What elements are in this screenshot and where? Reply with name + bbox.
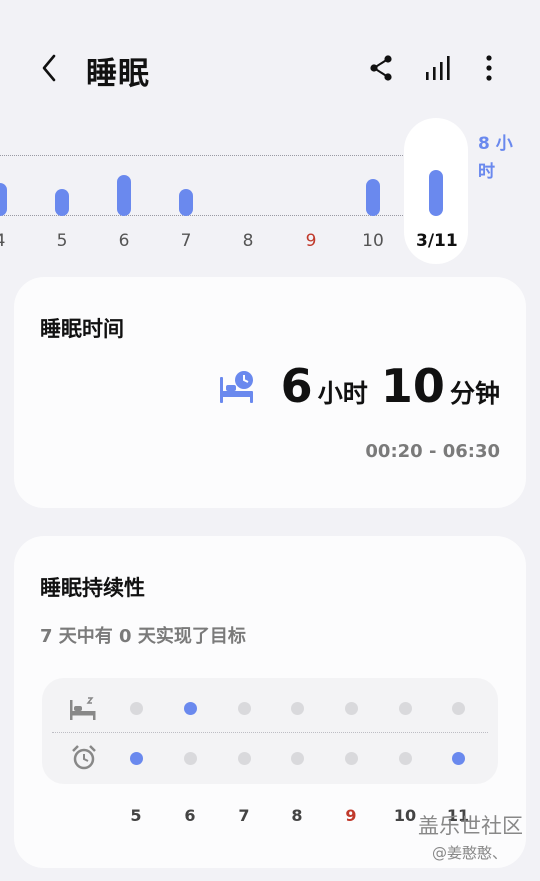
day-label-5[interactable]: 5 — [42, 231, 82, 251]
watermark-author: @姜憨憨、 — [432, 844, 508, 862]
hours-value: 6 — [280, 359, 313, 413]
page-title: 睡眠 — [86, 56, 150, 92]
sleep-bar-day-10[interactable] — [366, 179, 380, 216]
share-icon[interactable] — [366, 52, 396, 84]
day-label-8[interactable]: 8 — [228, 231, 268, 251]
wake-dot-day-9 — [345, 752, 358, 765]
hours-unit: 小时 — [317, 379, 368, 408]
chart-icon[interactable] — [424, 52, 454, 84]
day-label-6[interactable]: 6 — [104, 231, 144, 251]
day-label-9[interactable]: 9 — [291, 231, 331, 251]
consistency-day-label-6: 6 — [184, 806, 196, 825]
selected-day-label: 3/11 — [416, 231, 458, 251]
sleep-duration: 6 小时 10 分钟 — [281, 359, 500, 413]
day-label-4[interactable]: 4 — [0, 231, 20, 251]
day-label-7[interactable]: 7 — [166, 231, 206, 251]
bed-dot-day-7 — [238, 702, 251, 715]
sleep-bar-day-7[interactable] — [179, 189, 193, 216]
bed-clock-icon — [220, 371, 253, 403]
day-label-10[interactable]: 10 — [353, 231, 393, 251]
sleep-time-title: 睡眠时间 — [40, 317, 124, 341]
consistency-day-label-9: 9 — [345, 806, 357, 825]
sleep-time-card[interactable]: 睡眠时间 6 小时 10 分钟 00:20 - 06:30 — [14, 277, 526, 508]
wake-dot-day-10 — [399, 752, 412, 765]
consistency-grid — [42, 678, 498, 784]
sleep-bar-day-6[interactable] — [117, 175, 131, 216]
sleep-bar-day-5[interactable] — [55, 189, 69, 216]
bed-dot-day-10 — [399, 702, 412, 715]
watermark-logo-text: 盖乐世社区 — [418, 814, 523, 838]
consistency-summary: 7 天中有 0 天实现了目标 — [40, 626, 246, 647]
wake-dot-day-8 — [291, 752, 304, 765]
wake-dot-day-6 — [184, 752, 197, 765]
grid-divider — [52, 732, 488, 733]
app-header: 睡眠 — [0, 0, 540, 130]
sleep-bar-strip: 3/11 8 小时 4 5 6 7 8 9 10 — [0, 118, 540, 268]
bed-dot-day-9 — [345, 702, 358, 715]
consistency-title: 睡眠持续性 — [40, 576, 145, 600]
minutes-unit: 分钟 — [449, 379, 500, 408]
goal-line-top — [0, 155, 405, 156]
wake-dot-day-11 — [452, 752, 465, 765]
wake-dot-day-7 — [238, 752, 251, 765]
consistency-day-label-7: 7 — [238, 806, 250, 825]
bed-dot-day-6 — [184, 702, 197, 715]
alarm-clock-icon — [72, 745, 96, 770]
consistency-day-label-8: 8 — [291, 806, 303, 825]
bed-dot-day-5 — [130, 702, 143, 715]
bed-dot-day-8 — [291, 702, 304, 715]
sleep-range: 00:20 - 06:30 — [365, 441, 500, 462]
bedtime-icon — [70, 697, 96, 720]
consistency-day-label-5: 5 — [130, 806, 142, 825]
minutes-value: 10 — [380, 359, 445, 413]
back-arrow-icon[interactable] — [36, 50, 66, 86]
goal-hours-label: 8 小时 — [478, 134, 513, 182]
bed-dot-day-11 — [452, 702, 465, 715]
more-options-icon[interactable] — [474, 52, 504, 84]
sleep-bar-day-4[interactable] — [0, 183, 7, 216]
wake-dot-day-5 — [130, 752, 143, 765]
selected-day-bar — [429, 170, 443, 216]
